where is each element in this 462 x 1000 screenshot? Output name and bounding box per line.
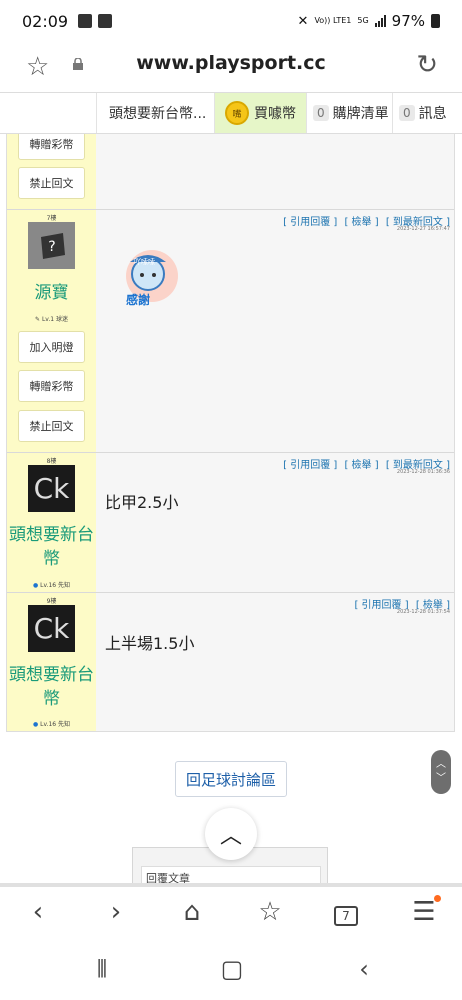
thanks-sticker-image: 吖嗦嗦 感謝 [126, 250, 178, 307]
user-menu-tab[interactable]: 頭想要新台幣... [96, 93, 214, 133]
post-message: 比甲2.5小 [105, 493, 179, 512]
ban-reply-button[interactable]: 禁止回文 [18, 410, 85, 442]
scroll-control[interactable]: ︿ ﹀ [431, 750, 451, 794]
svg-text:?: ? [48, 239, 55, 255]
system-back-icon[interactable]: ‹ [344, 955, 384, 983]
ban-reply-button[interactable]: 禁止回文 [18, 167, 85, 199]
floor-number: 8樓 [46, 458, 57, 465]
coin-icon: 嘴 [225, 101, 249, 125]
forward-icon[interactable]: › [96, 897, 136, 927]
question-avatar-icon: ? [40, 232, 65, 259]
checkbox-notification-icon [98, 14, 113, 28]
cart-count-badge: 0 [313, 105, 329, 121]
user-level: ● Lv.16 先知 [32, 582, 71, 589]
status-bar: 02:09 ✕ Vo)) LTE1 5G 97% [0, 0, 462, 42]
back-icon[interactable]: ‹ [18, 897, 58, 927]
scroll-to-top-button[interactable]: ︿ [205, 808, 257, 860]
status-time: 02:09 [22, 11, 69, 31]
forum-post-partial: 轉贈彩幣 禁止回文 [7, 134, 454, 210]
forum-thread: 轉贈彩幣 禁止回文 7樓 ? 源寶 ✎ Lv.1 球迷 加入明燈 轉贈彩幣 禁止… [6, 134, 455, 732]
username[interactable]: 頭想要新台幣 [7, 663, 96, 711]
chevron-up-icon: ︿ [219, 824, 242, 849]
battery-icon [431, 14, 440, 28]
floor-number: 7樓 [46, 215, 57, 222]
browser-toolbar: ‹ › ⌂ ☆ 7 ☰ [0, 883, 462, 945]
reload-icon[interactable]: ↻ [416, 50, 438, 80]
bookmarks-icon[interactable]: ☆ [250, 897, 290, 927]
post-timestamp: 2023-12-28 01:36:36 [396, 469, 450, 475]
forum-post-8: 8樓 Ck 頭想要新台幣 ● Lv.16 先知 [ 引用回覆 ] [ 檢舉 ] … [7, 453, 454, 593]
system-nav-bar: ⦀ ▢ ‹ [0, 945, 462, 1000]
scroll-up-icon[interactable]: ︿ [436, 758, 446, 772]
quote-reply-link[interactable]: [ 引用回覆 ] [283, 217, 337, 228]
post-timestamp: 2023-12-27 16:57:47 [396, 226, 450, 232]
message-count-badge: 0 [399, 105, 415, 121]
tab-count: 7 [334, 906, 358, 926]
username[interactable]: 源寶 [7, 281, 96, 305]
report-link[interactable]: [ 檢舉 ] [344, 460, 378, 471]
battery-level: 97% [391, 12, 425, 30]
scroll-down-icon[interactable]: ﹀ [436, 772, 446, 786]
user-level: ● Lv.16 先知 [32, 721, 71, 728]
gift-coins-button[interactable]: 轉贈彩幣 [18, 370, 85, 402]
recent-apps-icon[interactable]: ⦀ [82, 955, 122, 983]
home-icon[interactable]: ⌂ [172, 897, 212, 927]
user-level: ✎ Lv.1 球迷 [35, 316, 68, 323]
gallery-notification-icon [78, 14, 93, 28]
back-to-forum-button[interactable]: 回足球討論區 [175, 761, 287, 797]
url-text[interactable]: www.playsport.cc [0, 52, 462, 74]
forum-post-7: 7樓 ? 源寶 ✎ Lv.1 球迷 加入明燈 轉贈彩幣 禁止回文 [ 引用回覆 … [7, 210, 454, 453]
report-link[interactable]: [ 檢舉 ] [344, 217, 378, 228]
add-lamp-button[interactable]: 加入明燈 [18, 331, 85, 363]
svg-text:感謝: 感謝 [126, 292, 150, 307]
post-message: 上半場1.5小 [105, 634, 195, 653]
buy-coins-tab[interactable]: 嘴 買噱幣 [214, 93, 306, 133]
quote-reply-link[interactable]: [ 引用回覆 ] [283, 460, 337, 471]
gift-coins-button[interactable]: 轉贈彩幣 [18, 134, 85, 160]
network-type: 5G [357, 16, 369, 25]
svg-text:吖嗦嗦: 吖嗦嗦 [134, 257, 155, 266]
messages-tab[interactable]: 0 訊息 [392, 93, 462, 133]
signal-icon [374, 15, 386, 27]
username[interactable]: 頭想要新台幣 [7, 523, 96, 571]
post-timestamp: 2023-12-28 01:37:54 [396, 609, 450, 615]
cart-tab[interactable]: 0 購牌清單 [306, 93, 392, 133]
home-button-icon[interactable]: ▢ [212, 955, 252, 983]
notification-dot [434, 895, 441, 902]
tabs-icon[interactable]: 7 [326, 897, 366, 927]
avatar[interactable]: ? [28, 222, 75, 269]
mute-icon: ✕ [297, 13, 309, 29]
address-bar: ☆ www.playsport.cc ↻ [0, 42, 462, 92]
avatar[interactable]: Ck [28, 465, 75, 512]
forum-post-9: 9樓 Ck 頭想要新台幣 ● Lv.16 先知 [ 引用回覆 ] [ 檢舉 ] … [7, 593, 454, 731]
network-label: Vo)) LTE1 [314, 16, 352, 25]
floor-number: 9樓 [46, 598, 57, 605]
avatar[interactable]: Ck [28, 605, 75, 652]
site-nav: 頭想要新台幣... 嘴 買噱幣 0 購牌清單 0 訊息 [0, 92, 462, 134]
